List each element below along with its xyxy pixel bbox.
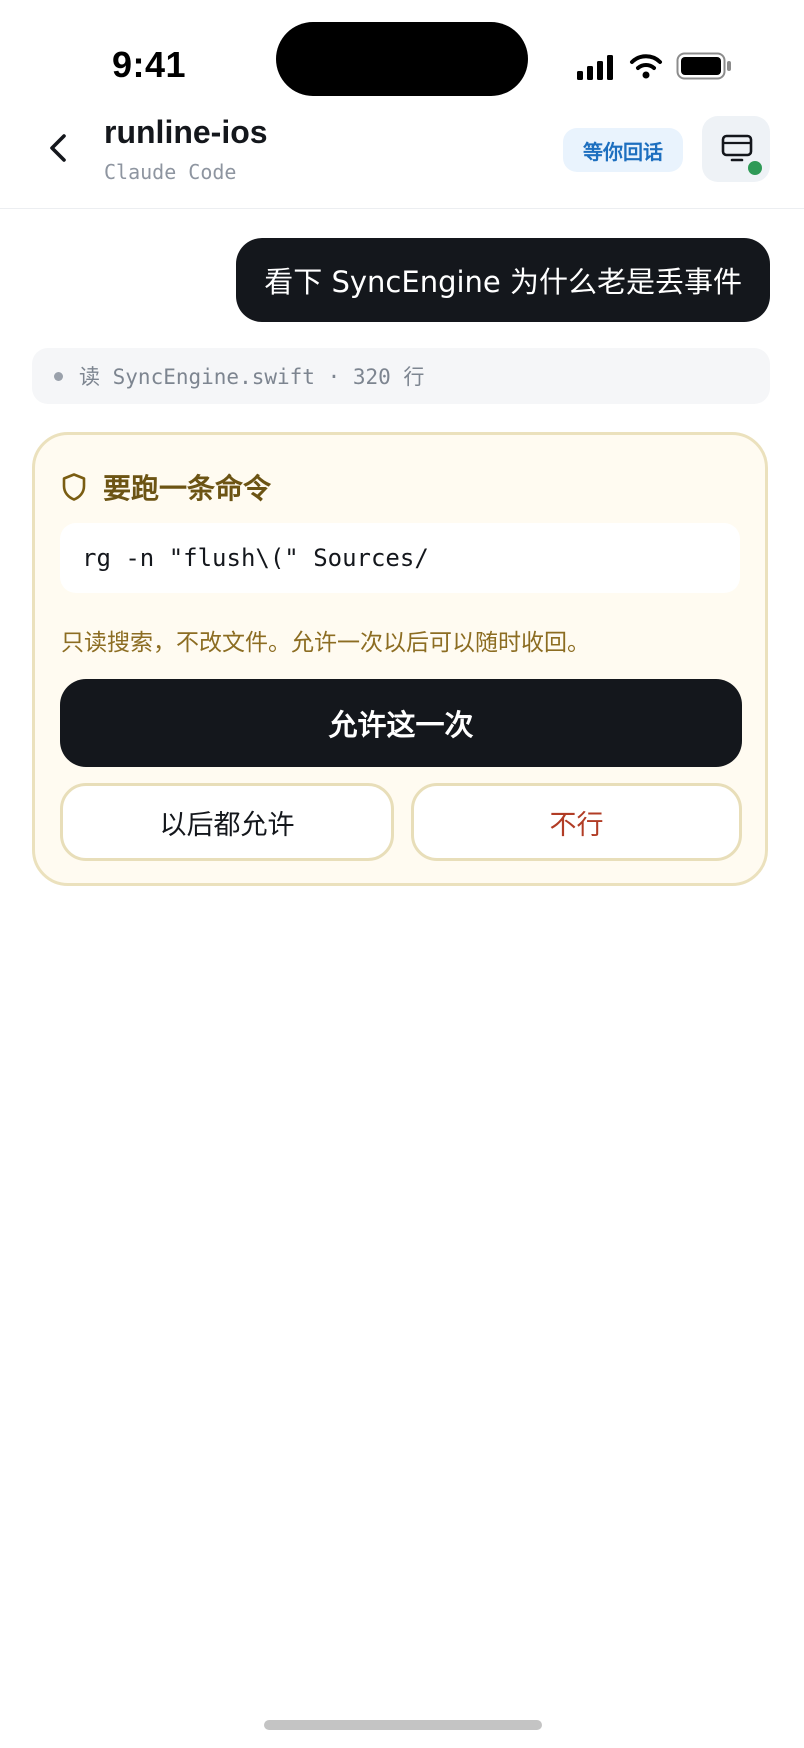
tool-activity-line: 读 SyncEngine.swift · 320 行 — [32, 348, 770, 404]
page-title: runline-ios — [104, 114, 268, 150]
allow-once-button[interactable]: 允许这一次 — [60, 679, 742, 767]
wifi-icon — [630, 54, 662, 79]
status-time: 9:41 — [112, 44, 187, 85]
status-badge: 等你回话 — [563, 128, 683, 172]
user-message-bubble: 看下 SyncEngine 为什么老是丢事件 — [236, 238, 770, 322]
deny-button[interactable]: 不行 — [411, 783, 742, 861]
header-divider — [0, 208, 804, 209]
permission-card-title: 要跑一条命令 — [103, 472, 272, 505]
permission-card-header: 要跑一条命令 — [61, 467, 271, 507]
tool-activity-text: 读 SyncEngine.swift · 320 行 — [79, 365, 425, 389]
command-box: rg -n "flush\(" Sources/ — [60, 523, 740, 593]
permission-note: 只读搜索，不改文件。允许一次以后可以随时收回。 — [61, 630, 590, 656]
home-indicator[interactable] — [264, 1720, 542, 1730]
shield-icon — [62, 473, 86, 501]
device-button[interactable] — [702, 116, 770, 182]
page-subtitle: Claude Code — [104, 160, 237, 184]
activity-dot-icon — [54, 371, 63, 381]
battery-icon — [676, 52, 731, 80]
command-text: rg -n "flush\(" Sources/ — [82, 544, 429, 572]
permission-card: 要跑一条命令 rg -n "flush\(" Sources/ 只读搜索，不改文… — [32, 432, 768, 886]
chevron-left-icon[interactable] — [44, 130, 72, 166]
online-status-dot — [746, 159, 764, 177]
dynamic-island — [276, 22, 528, 96]
allow-always-button[interactable]: 以后都允许 — [60, 783, 394, 861]
monitor-icon — [721, 134, 753, 162]
cellular-signal-icon — [577, 54, 613, 80]
